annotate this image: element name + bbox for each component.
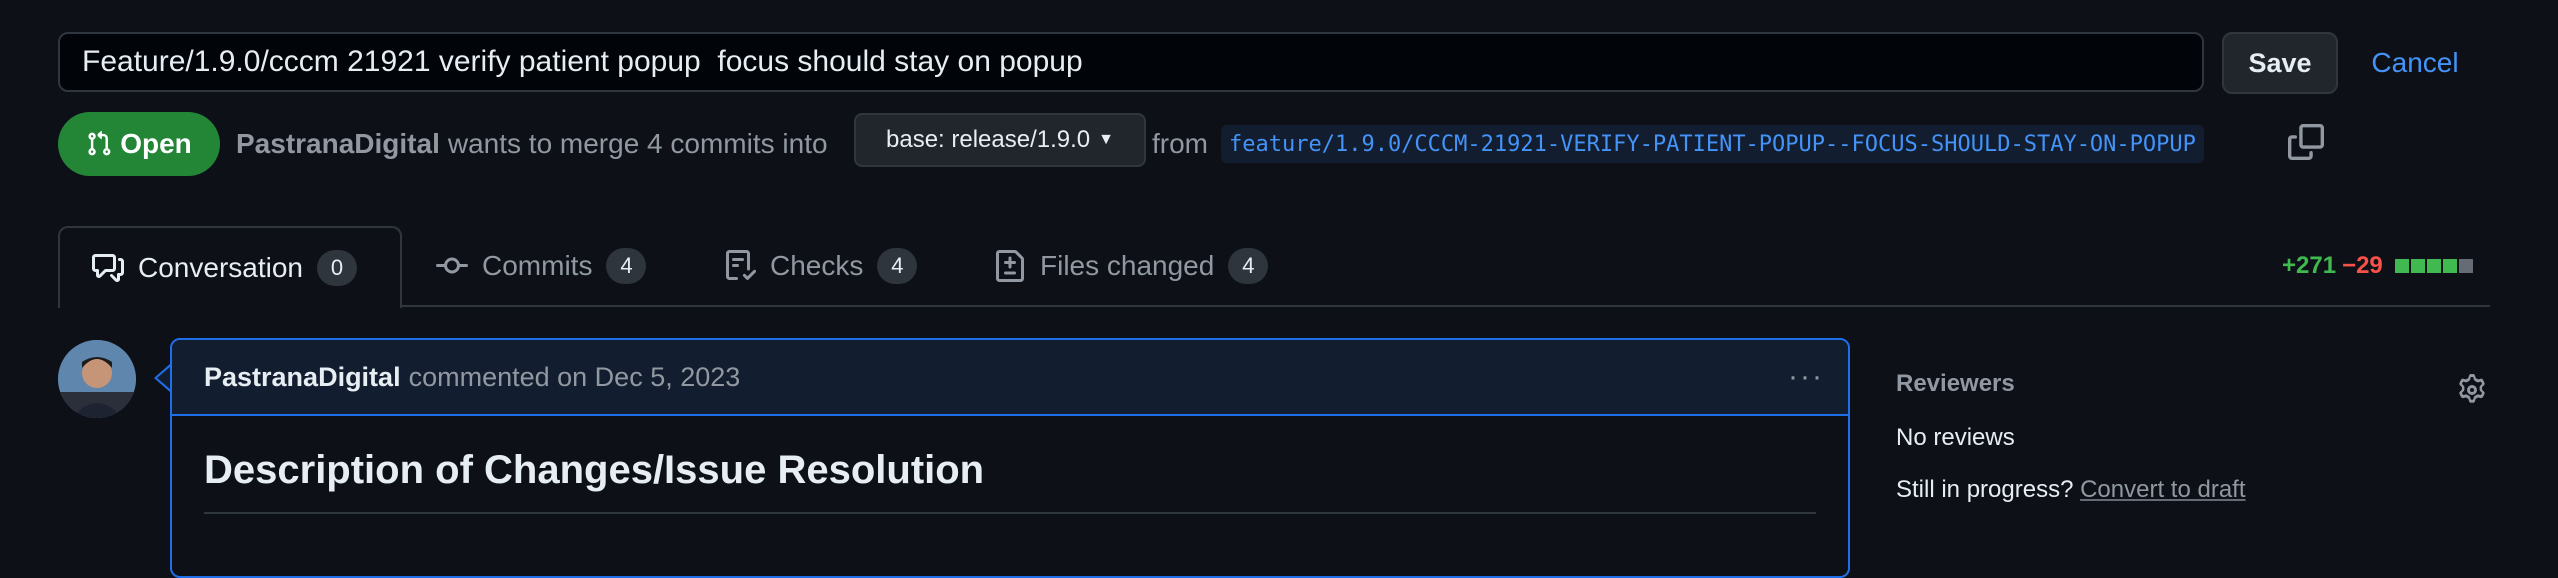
- cancel-button[interactable]: Cancel: [2360, 32, 2470, 94]
- heading-divider: [204, 512, 1816, 514]
- reviewers-label[interactable]: Reviewers: [1896, 370, 2015, 398]
- merge-text: wants to merge 4 commits into: [447, 128, 828, 159]
- copy-icon[interactable]: [2288, 124, 2324, 160]
- git-pull-request-icon: [88, 131, 111, 156]
- tab-conversation-count: 0: [316, 250, 357, 286]
- tab-conversation-label: Conversation: [138, 252, 303, 283]
- diffstat-blocks: [2393, 259, 2473, 273]
- deletions-count: −29: [2342, 252, 2383, 279]
- diffstat-block-add: [2394, 259, 2409, 273]
- tab-checks[interactable]: Checks 4: [724, 226, 918, 306]
- still-in-progress-text: Still in progress?: [1896, 476, 2074, 503]
- checklist-icon: [726, 250, 756, 280]
- tab-checks-label: Checks: [770, 250, 864, 281]
- caret-down-icon: ▼: [1098, 131, 1114, 148]
- status-badge: Open: [58, 112, 220, 176]
- from-text: from: [1152, 128, 1208, 159]
- tab-files-changed[interactable]: Files changed 4: [994, 226, 1269, 306]
- convert-to-draft-link[interactable]: Convert to draft: [2080, 476, 2245, 503]
- merge-summary: PastranaDigital wants to merge 4 commits…: [236, 112, 828, 176]
- git-commit-icon: [436, 257, 468, 274]
- file-diff-icon: [996, 250, 1024, 282]
- diffstat-block-add: [2410, 259, 2425, 273]
- comment-discussion-icon: [92, 254, 124, 282]
- user-avatar-image: [58, 340, 136, 418]
- gear-icon[interactable]: [2456, 374, 2488, 406]
- comment-header: PastranaDigital commented on Dec 5, 2023…: [172, 340, 1848, 416]
- author-link[interactable]: PastranaDigital: [236, 128, 440, 160]
- tab-files-changed-label: Files changed: [1040, 250, 1215, 281]
- head-branch-link[interactable]: feature/1.9.0/CCCM-21921-VERIFY-PATIENT-…: [1221, 125, 2204, 163]
- comment-action: commented on Dec 5, 2023: [408, 361, 741, 392]
- kebab-menu-icon[interactable]: ···: [1788, 360, 1824, 394]
- comment-card: PastranaDigital commented on Dec 5, 2023…: [170, 338, 1850, 578]
- comment-author[interactable]: PastranaDigital: [204, 362, 401, 393]
- tab-commits-count: 4: [606, 248, 647, 284]
- tab-files-changed-count: 4: [1228, 248, 1269, 284]
- tab-commits-label: Commits: [482, 250, 593, 281]
- tab-conversation[interactable]: Conversation 0: [58, 226, 402, 308]
- tabs-divider: [58, 305, 2490, 307]
- tab-checks-count: 4: [877, 248, 918, 284]
- save-button[interactable]: Save: [2222, 32, 2338, 94]
- base-branch-select[interactable]: base: release/1.9.0 ▼: [854, 113, 1146, 167]
- no-reviews-text: No reviews: [1896, 424, 2015, 451]
- draft-prompt: Still in progress? Convert to draft: [1896, 476, 2246, 504]
- avatar[interactable]: [58, 340, 136, 418]
- pr-title-value: Feature/1.9.0/cccm 21921 verify patient …: [82, 45, 1083, 78]
- base-branch-label: base: release/1.9.0: [886, 126, 1091, 153]
- comment-pointer-fill: [157, 366, 171, 390]
- status-label: Open: [120, 128, 192, 159]
- pr-title-input[interactable]: Feature/1.9.0/cccm 21921 verify patient …: [58, 32, 2204, 92]
- diffstat-block-neutral: [2458, 259, 2473, 273]
- description-heading: Description of Changes/Issue Resolution: [204, 448, 985, 492]
- tab-commits[interactable]: Commits 4: [436, 226, 647, 306]
- diffstat-block-add: [2442, 259, 2457, 273]
- additions-count: +271: [2282, 252, 2337, 279]
- diffstat-block-add: [2426, 259, 2441, 273]
- diffstat: +271 −29: [2282, 248, 2473, 284]
